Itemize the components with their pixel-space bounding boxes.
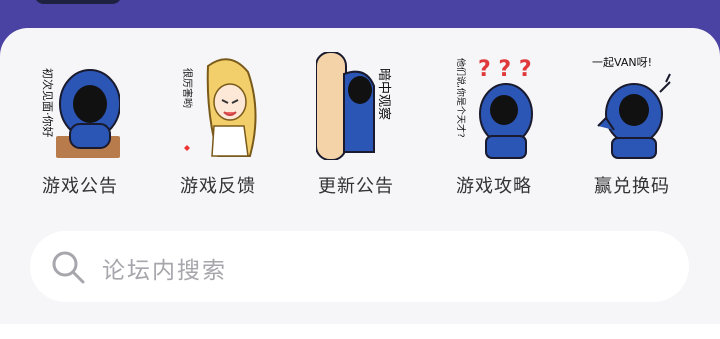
bottom-divider [0,324,720,339]
search-icon [52,251,85,284]
svg-text:初次见面·你好: 初次见面·你好 [41,68,55,138]
forum-search-box[interactable]: 论坛内搜索 [30,231,689,302]
menu-item-game-announcement[interactable]: 初次见面·你好 游戏公告 [10,52,150,202]
menu-item-update-announcement[interactable]: 暗中观察 更新公告 [286,52,426,202]
svg-text:一起VAN呀!: 一起VAN呀! [592,56,652,69]
blonde-girl-praise-icon: 很厉害哟 [181,58,257,157]
search-placeholder: 论坛内搜索 [102,258,227,284]
svg-text:他们说,你是个天才?: 他们说,你是个天才? [455,58,467,138]
hooded-boy-greeting-icon: 初次见面·你好 [41,68,120,158]
menu-item-game-feedback[interactable]: 很厉害哟 游戏反馈 [148,52,288,202]
menu-item-redeem-code[interactable]: 一起VAN呀! 赢兑换码 [562,52,702,202]
svg-text:暗中观察: 暗中观察 [376,68,391,120]
banner-avatar[interactable] [34,0,122,4]
menu-item-label: 赢兑换码 [594,176,670,197]
waving-hooded-boy-icon: 一起VAN呀! [592,56,671,159]
menu-item-label: 游戏攻略 [456,176,532,197]
quick-menu: 初次见面·你好 游戏公告 很厉害哟 游戏反馈 暗中观察 更新公告 ? ? ? 他… [0,52,720,202]
menu-item-label: 更新公告 [318,176,394,197]
svg-text:? ? ?: ? ? ? [478,57,532,82]
menu-item-game-guide[interactable]: ? ? ? 他们说,你是个天才? 游戏攻略 [424,52,564,202]
svg-text:很厉害哟: 很厉害哟 [181,68,194,108]
menu-item-label: 游戏反馈 [180,176,256,197]
peeking-hooded-boy-icon: 暗中观察 [316,52,391,160]
menu-item-label: 游戏公告 [42,176,118,197]
confused-hooded-boy-icon: ? ? ? 他们说,你是个天才? [455,57,533,159]
